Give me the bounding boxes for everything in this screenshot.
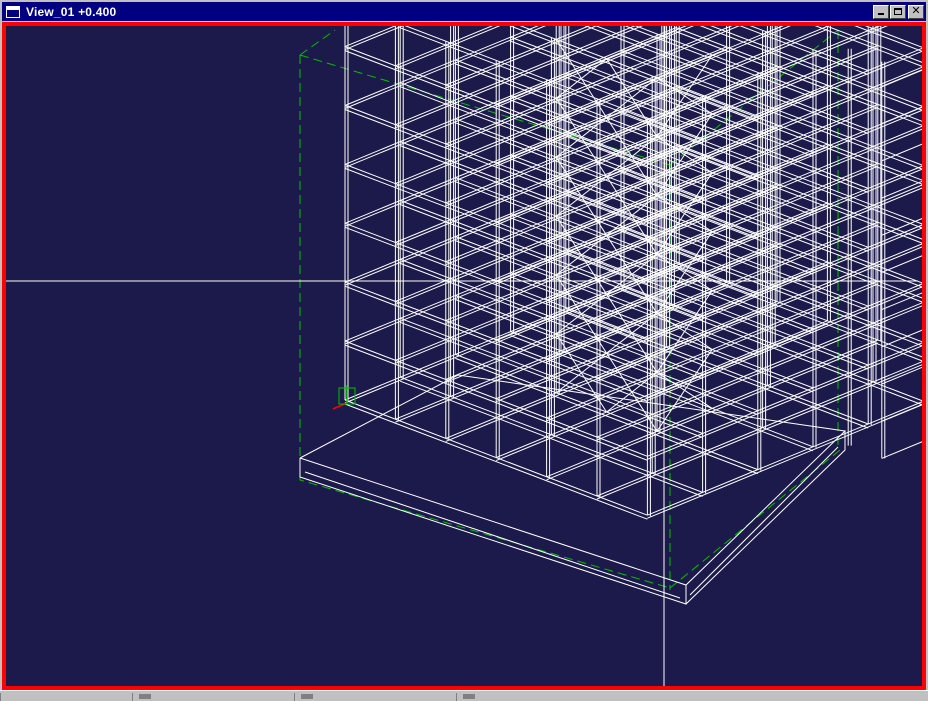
- slab-inner-edge: [689, 446, 839, 596]
- layer-icon: [301, 694, 313, 699]
- steel-frame-structure[interactable]: [344, 26, 922, 520]
- window-controls: ✕: [872, 3, 924, 19]
- view-window: View_01 +0.400 ✕: [0, 0, 928, 701]
- slab-front-face: [299, 458, 687, 605]
- slab-side-face: [685, 431, 846, 605]
- window-title: View_01 +0.400: [26, 4, 117, 19]
- window-icon[interactable]: [6, 5, 20, 18]
- minimize-button[interactable]: [873, 4, 889, 19]
- status-bar: [0, 690, 928, 701]
- model-view[interactable]: [6, 26, 922, 686]
- maximize-button[interactable]: [890, 4, 906, 19]
- maximize-icon: [894, 7, 902, 15]
- close-button[interactable]: ✕: [908, 3, 924, 19]
- grid-icon: [139, 694, 151, 699]
- status-pane-2[interactable]: [132, 693, 292, 701]
- bbox-top-left: [299, 29, 336, 56]
- close-icon: ✕: [911, 3, 921, 17]
- slab-inner-edge: [304, 471, 681, 599]
- status-pane-1: [0, 693, 130, 701]
- title-bar[interactable]: View_01 +0.400 ✕: [2, 2, 926, 21]
- foundation-slab: [299, 374, 847, 605]
- slab-top-edge: [299, 374, 847, 586]
- layer-icon: [463, 694, 475, 699]
- minimize-icon: [878, 12, 884, 15]
- status-pane-4[interactable]: [456, 693, 620, 701]
- status-pane-3[interactable]: [294, 693, 454, 701]
- 3d-viewport[interactable]: [2, 22, 926, 690]
